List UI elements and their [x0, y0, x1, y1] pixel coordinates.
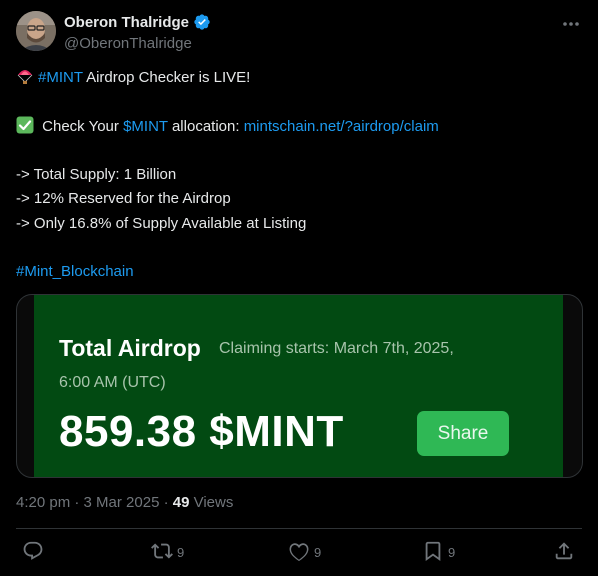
avatar[interactable] — [16, 11, 56, 51]
share-button[interactable] — [553, 540, 575, 565]
media-image[interactable]: Total Airdrop Claiming starts: March 7th… — [16, 294, 583, 478]
airdrop-card: Total Airdrop Claiming starts: March 7th… — [34, 295, 563, 477]
reply-button[interactable] — [22, 540, 48, 565]
hashtag-mint-blockchain[interactable]: #Mint_Blockchain — [16, 263, 134, 280]
like-count: 9 — [314, 545, 322, 560]
line2-middle: allocation: — [167, 117, 244, 135]
bullet-1: -> Total Supply: 1 Billion — [16, 166, 177, 184]
bookmark-button[interactable]: 9 — [422, 540, 455, 565]
more-icon[interactable] — [560, 15, 582, 33]
views-count: 49 — [172, 494, 190, 511]
display-name[interactable]: Oberon Thalridge — [64, 14, 189, 31]
text-line-1: #MINT Airdrop Checker is LIVE! — [16, 66, 582, 90]
card-subtitle-line2: 6:00 AM (UTC) — [59, 374, 166, 391]
tweet-header: Oberon Thalridge @OberonThalridge — [16, 11, 582, 53]
card-share-button: Share — [417, 411, 509, 456]
text-line-2: Check Your $MINT allocation: mintschain.… — [16, 115, 582, 139]
parachute-emoji-icon — [16, 67, 34, 85]
repost-count: 9 — [177, 545, 185, 560]
claim-link[interactable]: mintschain.net/?airdrop/claim — [244, 118, 439, 135]
verified-badge-icon — [193, 13, 211, 31]
share-icon — [553, 540, 575, 565]
repost-icon — [151, 540, 173, 565]
tweet-meta: 4:20 pm · 3 Mar 2025 · 49 Views — [16, 494, 233, 511]
bookmark-icon — [422, 540, 444, 565]
line1-text: Airdrop Checker is LIVE! — [82, 69, 251, 86]
tweet: Oberon Thalridge @OberonThalridge #MINT … — [0, 0, 598, 576]
author-block: Oberon Thalridge @OberonThalridge — [64, 12, 211, 52]
hashtag-mint[interactable]: #MINT — [38, 69, 83, 86]
check-emoji-icon — [16, 116, 34, 134]
card-title: Total Airdrop — [59, 335, 201, 361]
card-subtitle-line1: Claiming starts: March 7th, 2025, — [219, 340, 454, 357]
airdrop-amount: 859.38 $MINT — [59, 407, 344, 456]
timestamp[interactable]: 4:20 pm · 3 Mar 2025 · — [16, 494, 173, 511]
tweet-text: #MINT Airdrop Checker is LIVE! Check You… — [16, 66, 582, 285]
like-button[interactable]: 9 — [288, 540, 321, 565]
like-icon — [288, 540, 310, 565]
bookmark-count: 9 — [448, 545, 456, 560]
action-bar: 9 9 9 — [16, 540, 582, 564]
bullet-2: -> 12% Reserved for the Airdrop — [16, 190, 231, 208]
divider — [16, 528, 582, 529]
bullet-3: -> Only 16.8% of Supply Available at Lis… — [16, 214, 307, 232]
cashtag-mint[interactable]: $MINT — [123, 118, 168, 135]
line2-prefix: Check Your — [38, 117, 124, 135]
reply-icon — [22, 540, 44, 565]
handle[interactable]: @OberonThalridge — [64, 35, 211, 52]
views-label: Views — [189, 494, 234, 511]
repost-button[interactable]: 9 — [151, 540, 184, 565]
